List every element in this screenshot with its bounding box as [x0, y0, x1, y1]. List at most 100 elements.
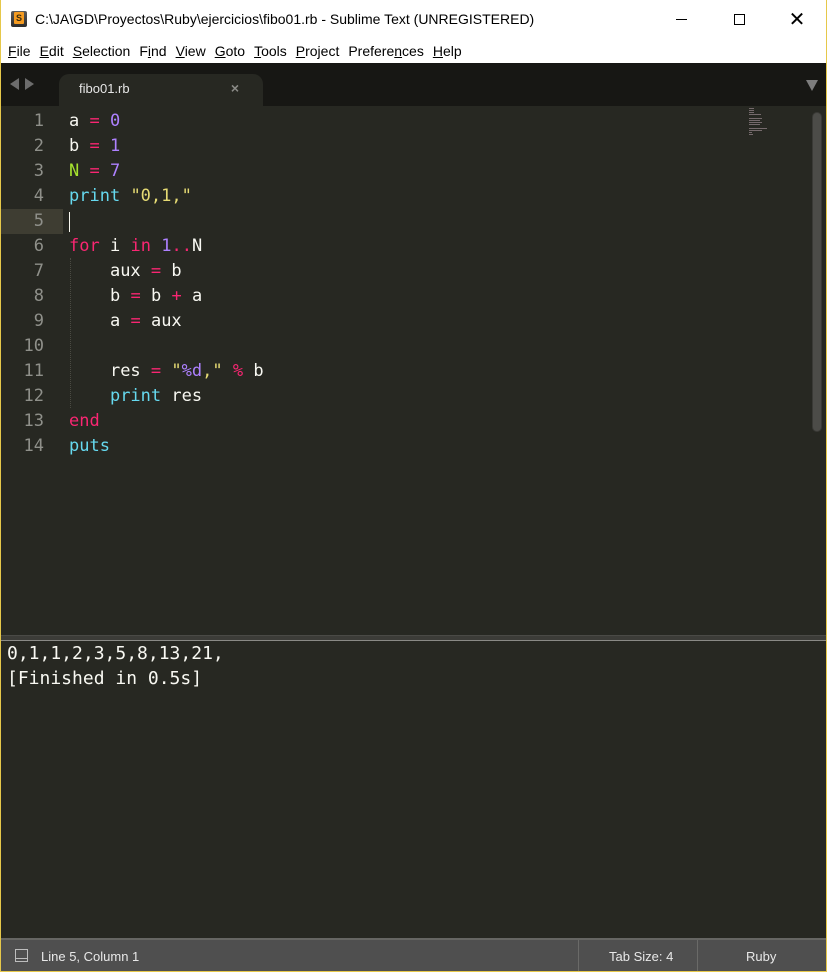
menu-selection[interactable]: Selection: [73, 43, 131, 59]
code-text: print "0,1,": [69, 184, 192, 209]
code-line[interactable]: 12 print res: [1, 384, 741, 409]
token-var: b: [109, 286, 121, 306]
token-sp: [100, 161, 110, 181]
code-editor[interactable]: 1a = 02b = 13N = 7 4 print "0,1," 5 6 for i i…: [1, 106, 826, 635]
token-fn: print: [69, 186, 121, 206]
editor-scrollbar-thumb[interactable]: [813, 113, 821, 431]
menu-edit[interactable]: Edit: [40, 43, 64, 59]
code-text: print res: [69, 384, 202, 409]
gutter: 8: [1, 284, 63, 309]
line-number: 9: [33, 311, 44, 331]
line-number: 6: [33, 236, 44, 256]
token-var: N: [191, 236, 203, 256]
tab-dropdown-icon[interactable]: [806, 80, 818, 91]
tab-fibo01[interactable]: fibo01.rb ×: [59, 74, 263, 106]
token-sp: [161, 261, 171, 281]
token-sp: [243, 361, 253, 381]
token-sp: [120, 236, 130, 256]
editor-scrollbar[interactable]: [812, 112, 822, 432]
token-str: ,": [202, 361, 223, 381]
code-text: aux = b: [69, 259, 182, 284]
gutter: 13: [1, 409, 63, 434]
token-var: b: [253, 361, 264, 381]
gutter: 7: [1, 259, 63, 284]
token-op: =: [130, 311, 141, 331]
menu-view[interactable]: View: [176, 43, 206, 59]
tab-size-selector[interactable]: Tab Size: 4: [609, 949, 673, 964]
token-sp: [69, 311, 110, 331]
tab-label: fibo01.rb: [79, 81, 130, 96]
title-bar: S C:\JA\GD\Proyectos\Ruby\ejercicios\fib…: [1, 0, 826, 38]
tab-close-icon[interactable]: ×: [231, 80, 239, 96]
code-line[interactable]: 7 aux = b: [1, 259, 741, 284]
menu-tools[interactable]: Tools: [254, 43, 287, 59]
line-number: 7: [33, 261, 44, 281]
line-number: 11: [23, 361, 44, 381]
status-divider: [578, 940, 579, 971]
token-kw: end: [69, 411, 100, 431]
maximize-button[interactable]: [710, 0, 768, 38]
token-sp: [79, 161, 89, 181]
syntax-selector[interactable]: Ruby: [746, 949, 776, 964]
code-line[interactable]: 8 b = b + a: [1, 284, 741, 309]
window-controls: ✕: [652, 0, 826, 38]
output-line: 0,1,1,2,3,5,8,13,21,: [7, 643, 224, 664]
token-op: =: [150, 361, 162, 381]
token-num: 7: [110, 161, 121, 181]
close-button[interactable]: ✕: [768, 0, 826, 38]
code-line[interactable]: 14 puts: [1, 434, 741, 459]
minimap[interactable]: [749, 108, 769, 140]
token-var: b: [69, 136, 80, 156]
line-number: 13: [23, 411, 44, 431]
token-sp: [69, 361, 110, 381]
code-line[interactable]: 9 a = aux: [1, 309, 741, 334]
gutter: 4: [1, 184, 63, 209]
token-sp: [141, 286, 151, 306]
menu-goto[interactable]: Goto: [215, 43, 245, 59]
minimap-line: [749, 118, 762, 119]
code-text: N = 7: [69, 159, 120, 184]
token-sp: [141, 361, 151, 381]
code-line[interactable]: 4 print "0,1,": [1, 184, 741, 209]
code-line[interactable]: 2 b = 1: [1, 134, 741, 159]
gutter: 6: [1, 234, 63, 259]
token-fn: print: [109, 386, 162, 406]
tab-next-arrow-icon[interactable]: [25, 78, 34, 90]
token-sp: [79, 136, 89, 156]
tab-prev-arrow-icon[interactable]: [10, 78, 19, 90]
gutter: 3: [1, 159, 63, 184]
token-str: "0,1,": [130, 186, 192, 206]
token-sp: [69, 386, 110, 406]
code-line[interactable]: 13 end: [1, 409, 741, 434]
code-line[interactable]: 5: [1, 209, 741, 234]
code-line[interactable]: 3 N = 7: [1, 159, 741, 184]
minimap-line: [749, 130, 762, 131]
minimap-line: [749, 122, 762, 123]
code-line[interactable]: 10: [1, 334, 741, 359]
token-op: =: [89, 111, 100, 131]
menu-preferences[interactable]: Preferences: [348, 43, 424, 59]
token-num: %d: [181, 361, 203, 381]
token-op: =: [89, 136, 100, 156]
menu-project[interactable]: Project: [296, 43, 340, 59]
menu-find[interactable]: Find: [139, 43, 166, 59]
token-sp: [69, 261, 110, 281]
gutter: 10: [1, 334, 63, 359]
menu-help[interactable]: Help: [433, 43, 462, 59]
token-op: +: [171, 286, 182, 306]
panel-toggle-icon[interactable]: [15, 949, 28, 962]
token-var: a: [109, 311, 121, 331]
code-text: for i in 1..N: [69, 234, 202, 259]
sublime-window: S C:\JA\GD\Proyectos\Ruby\ejercicios\fib…: [0, 0, 827, 972]
token-var: a: [191, 286, 203, 306]
line-number: 12: [23, 386, 44, 406]
code-line[interactable]: 6 for i in 1..N: [1, 234, 741, 259]
token-sp: [120, 186, 130, 206]
token-sp: [161, 361, 171, 381]
menu-file[interactable]: File: [8, 43, 31, 59]
code-line[interactable]: 11 res = "%d," % b: [1, 359, 741, 384]
status-divider: [697, 940, 698, 971]
gutter: 9: [1, 309, 63, 334]
code-line[interactable]: 1 a = 0: [1, 109, 741, 134]
minimize-button[interactable]: [652, 0, 710, 38]
